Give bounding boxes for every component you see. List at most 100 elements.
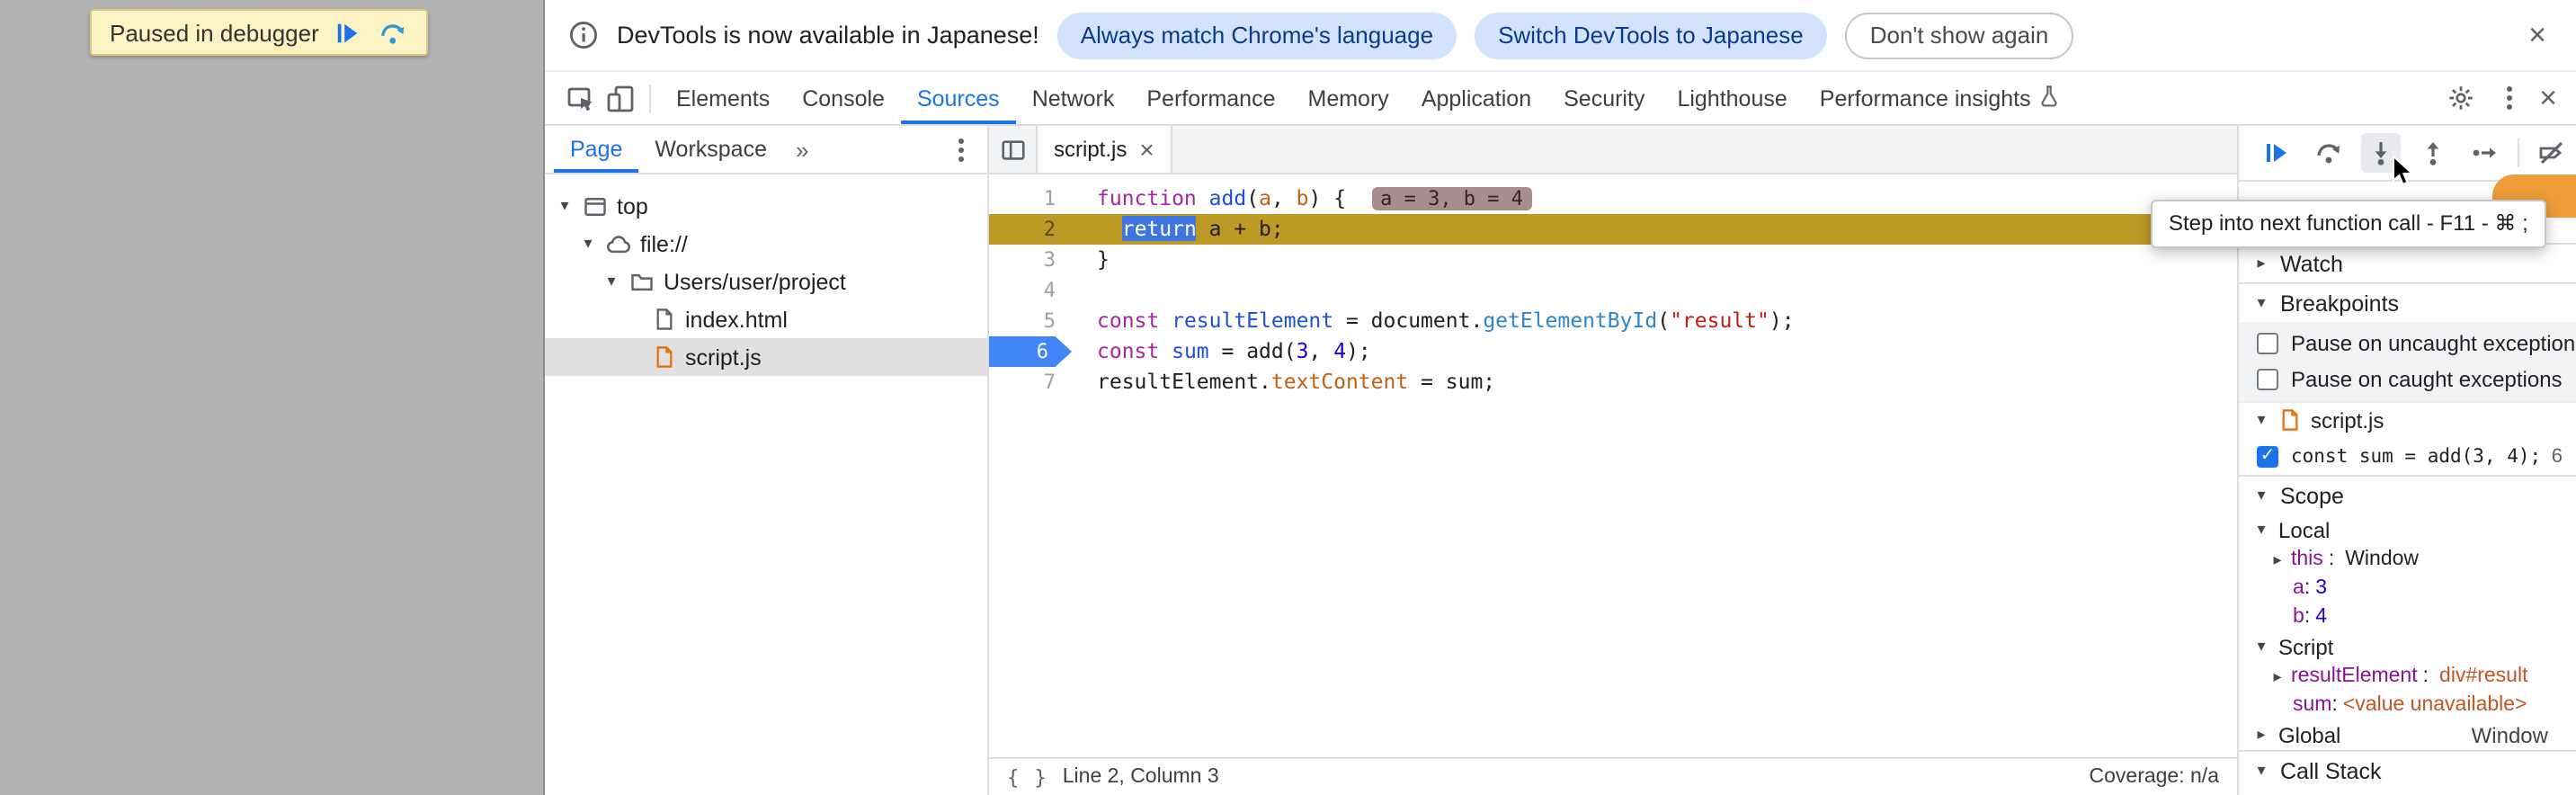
notification-button-switch-devtools-to-japanese[interactable]: Switch DevTools to Japanese — [1475, 12, 1827, 58]
settings-gear-icon[interactable] — [2440, 85, 2480, 112]
breakpoint-line-number: 6 — [2552, 445, 2563, 467]
scope-group-script[interactable]: ▾Script — [2239, 631, 2576, 662]
navigator-tab-label: Page — [570, 137, 622, 162]
navigator-kebab-icon[interactable] — [944, 147, 978, 152]
device-toolbar-icon[interactable] — [601, 84, 640, 112]
variable-value: div#result — [2439, 665, 2527, 687]
pause-option-pause-on-caught-exceptions[interactable]: Pause on caught exceptions — [2239, 362, 2576, 398]
pretty-print-icon[interactable]: { } — [1007, 765, 1048, 789]
tree-item-top[interactable]: ▾top — [545, 187, 987, 225]
tab-console[interactable]: Console — [786, 72, 901, 124]
tree-item-script-js[interactable]: script.js — [545, 338, 987, 376]
scope-variable-this[interactable]: ▸this:Window — [2239, 545, 2576, 574]
more-tabs-chevron[interactable]: » — [783, 136, 821, 163]
tab-label: Performance insights — [1820, 85, 2031, 111]
step-out-button[interactable] — [2413, 133, 2453, 173]
scope-group-local[interactable]: ▾Local — [2239, 514, 2576, 545]
step-over-button[interactable] — [379, 19, 409, 46]
line-number[interactable]: 5 — [989, 306, 1072, 336]
notification-close-icon[interactable]: × — [2521, 20, 2554, 50]
step-button[interactable] — [2465, 133, 2505, 173]
pause-option-label: Pause on uncaught exceptions — [2291, 331, 2576, 356]
line-number[interactable]: 7 — [989, 367, 1072, 398]
editor-tab-label: script.js — [1054, 137, 1127, 162]
tab-network[interactable]: Network — [1016, 72, 1131, 124]
deactivate-breakpoints-button[interactable] — [2532, 133, 2572, 173]
notification-button-don-t-show-again[interactable]: Don't show again — [1845, 12, 2074, 58]
tab-security[interactable]: Security — [1547, 72, 1661, 124]
tab-performance-insights[interactable]: Performance insights — [1804, 72, 2078, 124]
tab-label: Application — [1422, 85, 1531, 111]
pause-option-pause-on-uncaught-exceptions[interactable]: Pause on uncaught exceptions — [2239, 326, 2576, 362]
experiment-flask-icon — [2038, 84, 2062, 112]
tab-label: Console — [802, 85, 885, 111]
navigator-tab-page[interactable]: Page — [554, 126, 638, 173]
breakpoint-marker[interactable]: 6 — [989, 336, 1072, 367]
watch-section-header[interactable]: ▸ Watch — [2239, 243, 2576, 282]
line-number[interactable]: 3 — [989, 245, 1072, 275]
tab-label: Network — [1032, 85, 1115, 111]
variable-name: b — [2293, 606, 2304, 628]
paused-label: Paused in debugger — [110, 19, 319, 46]
code-text: resultElement.textContent = sum; — [1072, 367, 1495, 398]
watch-title: Watch — [2280, 251, 2343, 276]
line-number[interactable]: 4 — [989, 275, 1072, 306]
tab-elements[interactable]: Elements — [660, 72, 786, 124]
resume-button[interactable] — [2257, 133, 2296, 173]
notification-message: DevTools is now available in Japanese! — [617, 22, 1039, 49]
resume-script-button[interactable] — [335, 19, 362, 46]
chevron-down-icon: ▾ — [602, 272, 620, 291]
tab-label: Lighthouse — [1677, 85, 1787, 111]
toolbar-separator — [649, 84, 651, 112]
close-devtools-icon[interactable]: × — [2539, 83, 2557, 113]
tab-application[interactable]: Application — [1405, 72, 1547, 124]
checkbox[interactable] — [2257, 369, 2278, 390]
chevron-down-icon: ▾ — [2253, 520, 2269, 540]
tab-performance[interactable]: Performance — [1130, 72, 1291, 124]
variable-value: 4 — [2315, 606, 2327, 628]
step-into-tooltip: Step into next function call - F11 - ⌘ ; — [2151, 200, 2546, 248]
frame-icon — [583, 193, 608, 219]
code-editor[interactable]: 1function add(a, b) {a = 3, b = 42 retur… — [989, 174, 2237, 757]
breakpoint-entry[interactable]: ✓const sum = add(3, 4);6 — [2239, 437, 2576, 475]
breakpoints-section-header[interactable]: ▾ Breakpoints — [2239, 282, 2576, 322]
folder-icon — [629, 269, 655, 294]
tree-item-label: script.js — [685, 344, 762, 370]
variable-value: <value unavailable> — [2343, 694, 2527, 716]
line-number[interactable]: 1 — [989, 183, 1072, 214]
breakpoint-checkbox[interactable]: ✓ — [2257, 445, 2278, 467]
tree-item-index-html[interactable]: index.html — [545, 300, 987, 338]
tree-item-users-user-project[interactable]: ▾ Users/user/project — [545, 263, 987, 300]
notification-button-always-match-chrome-s-language[interactable]: Always match Chrome's language — [1057, 12, 1457, 58]
colon: : — [2423, 665, 2429, 687]
tree-item-file[interactable]: ▾file:// — [545, 225, 987, 263]
toggle-navigator-icon[interactable] — [989, 126, 1038, 173]
close-tab-icon[interactable]: × — [1139, 137, 1154, 162]
editor-tab-script-js[interactable]: script.js × — [1038, 126, 1172, 173]
kebab-menu-icon[interactable] — [2507, 95, 2512, 101]
navigator-tab-workspace[interactable]: Workspace — [638, 126, 783, 173]
tab-memory[interactable]: Memory — [1292, 72, 1405, 124]
code-line: 1function add(a, b) {a = 3, b = 4 — [989, 183, 2237, 214]
scope-variable-sum: sum:<value unavailable> — [2239, 691, 2576, 719]
scope-group-global[interactable]: ▸GlobalWindow — [2239, 719, 2576, 750]
call-stack-section-header[interactable]: ▾ Call Stack — [2239, 750, 2576, 790]
browser-page-dimmed: Paused in debugger — [0, 0, 545, 795]
tree-item-label: file:// — [640, 231, 688, 256]
tabbar-right-controls: × — [2440, 83, 2576, 113]
scope-variable-resultelement[interactable]: ▸resultElement:div#result — [2239, 662, 2576, 691]
tab-lighthouse[interactable]: Lighthouse — [1661, 72, 1803, 124]
file-tree: ▾top▾file:// ▾ Users/user/project index.htm… — [545, 174, 987, 376]
step-over-button[interactable] — [2309, 133, 2349, 173]
colon: : — [2304, 606, 2310, 628]
tab-sources[interactable]: Sources — [901, 72, 1016, 124]
breakpoint-file-group[interactable]: ▾ script.js — [2239, 401, 2576, 437]
line-number[interactable]: 2 — [989, 214, 1072, 245]
toolbar-separator — [2518, 138, 2519, 167]
tree-item-label: Users/user/project — [664, 269, 846, 294]
chevron-down-icon: ▾ — [2253, 410, 2269, 430]
scope-content: ▾Local▸this:Windowa:3b:4▾Script▸resultEl… — [2239, 514, 2576, 750]
inspect-icon[interactable] — [561, 84, 601, 112]
scope-section-header[interactable]: ▾ Scope — [2239, 475, 2576, 514]
checkbox[interactable] — [2257, 333, 2278, 354]
